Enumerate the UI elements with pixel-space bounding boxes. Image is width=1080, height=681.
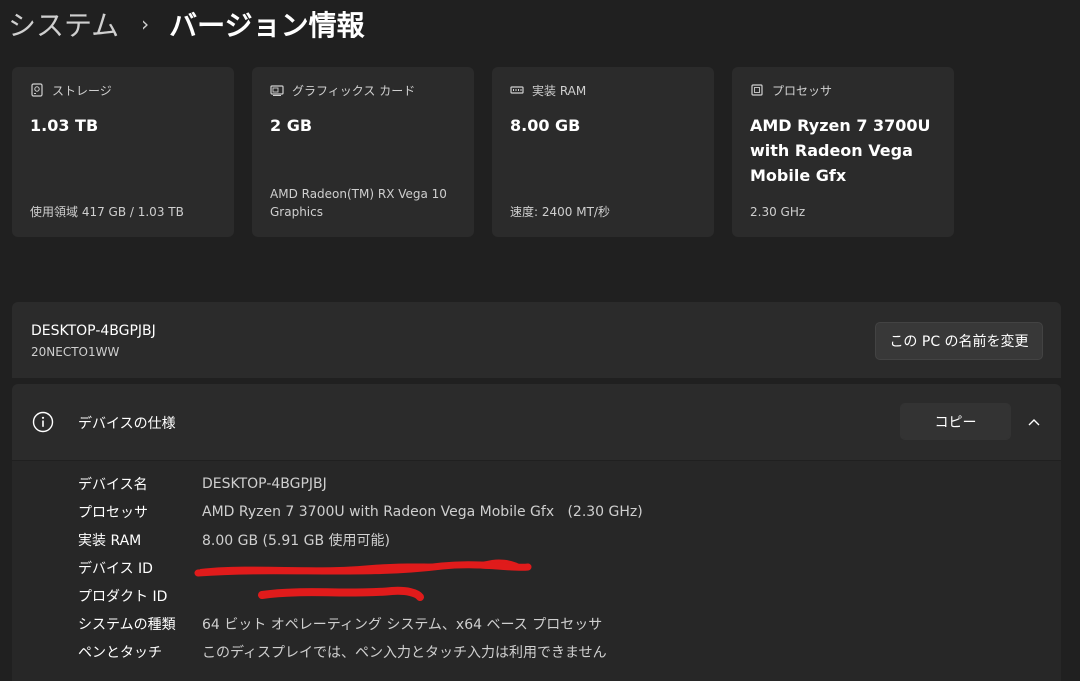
graphics-card-model-line-2: Graphics [270,205,323,219]
info-icon [32,411,54,433]
spec-label: システムの種類 [78,617,176,633]
redaction-marks [194,559,532,601]
storage-card-value: 1.03 TB [30,116,99,135]
breadcrumb: システム › バージョン情報 [8,4,365,44]
spec-row-system-type: システムの種類 64 ビット オペレーティング システム、x64 ベース プロセ… [78,610,602,638]
spec-label: プロセッサ [78,505,148,521]
copy-button[interactable]: コピー [900,403,1011,440]
pc-name-panel: DESKTOP-4BGPJBJ 20NECTO1WW この PC の名前を変更 [12,302,1061,378]
processor-card-value-line-3: Mobile Gfx [750,166,847,185]
device-specs-title: デバイスの仕様 [78,416,176,432]
spec-label: デバイス名 [78,477,148,493]
pc-name: DESKTOP-4BGPJBJ [31,323,156,339]
graphics-card-title: グラフィックス カード [292,83,416,98]
chevron-up-icon[interactable] [1026,414,1042,430]
graphics-card-icon [270,85,284,96]
spec-row-ram: 実装 RAM 8.00 GB (5.91 GB 使用可能) [78,526,390,554]
ram-card-value: 8.00 GB [510,116,581,135]
rename-pc-button[interactable]: この PC の名前を変更 [875,322,1043,360]
spec-label: 実装 RAM [78,533,142,549]
processor-card-title: プロセッサ [772,83,833,98]
storage-card-title: ストレージ [52,83,112,98]
spec-label: プロダクト ID [78,589,168,605]
device-specs-body: デバイス名 DESKTOP-4BGPJBJ プロセッサ AMD Ryzen 7 … [12,461,1061,681]
processor-card-value-line-1: AMD Ryzen 7 3700U [750,116,931,135]
spec-label: デバイス ID [78,561,153,577]
spec-row-device-id: デバイス ID [78,554,202,582]
breadcrumb-separator-icon: › [141,12,150,36]
graphics-card-model: AMD Radeon(TM) RX Vega 10 Graphics [270,185,447,221]
spec-value: 64 ビット オペレーティング システム、x64 ベース プロセッサ [202,617,603,633]
ram-card-speed: 速度: 2400 MT/秒 [510,205,610,219]
graphics-card-model-line-1: AMD Radeon(TM) RX Vega 10 [270,187,447,201]
pc-model: 20NECTO1WW [31,345,120,359]
spec-value: 8.00 GB (5.91 GB 使用可能) [202,533,390,549]
spec-label: ペンとタッチ [78,645,162,661]
storage-icon [31,83,43,97]
spec-value: このディスプレイでは、ペン入力とタッチ入力は利用できません [202,645,607,661]
processor-icon [751,84,763,96]
memory-icon [510,86,524,94]
processor-card-value-line-2: with Radeon Vega [750,141,913,160]
processor-card-speed: 2.30 GHz [750,205,806,219]
spec-row-pen-touch: ペンとタッチ このディスプレイでは、ペン入力とタッチ入力は利用できません [78,638,607,666]
breadcrumb-system-link[interactable]: システム [8,4,119,44]
spec-row-processor: プロセッサ AMD Ryzen 7 3700U with Radeon Vega… [78,498,643,526]
storage-card: ストレージ 1.03 TB 使用領域 417 GB / 1.03 TB [12,67,234,237]
spec-row-device-name: デバイス名 DESKTOP-4BGPJBJ [78,470,327,498]
ram-card-title: 実装 RAM [532,83,587,98]
device-specs-header[interactable]: デバイスの仕様 コピー [12,384,1061,460]
product-id-redaction [258,586,424,601]
graphics-card-value: 2 GB [270,116,313,135]
graphics-card: グラフィックス カード 2 GB AMD Radeon(TM) RX Vega … [252,67,474,237]
ram-card: 実装 RAM 8.00 GB 速度: 2400 MT/秒 [492,67,714,237]
processor-card: プロセッサ AMD Ryzen 7 3700U with Radeon Vega… [732,67,954,237]
processor-card-value: AMD Ryzen 7 3700U with Radeon Vega Mobil… [750,113,936,188]
page-title: バージョン情報 [169,9,365,42]
storage-card-usage: 使用領域 417 GB / 1.03 TB [30,205,184,219]
spec-value: AMD Ryzen 7 3700U with Radeon Vega Mobil… [202,504,643,520]
spec-row-product-id: プロダクト ID [78,582,202,610]
spec-value: DESKTOP-4BGPJBJ [202,476,327,492]
